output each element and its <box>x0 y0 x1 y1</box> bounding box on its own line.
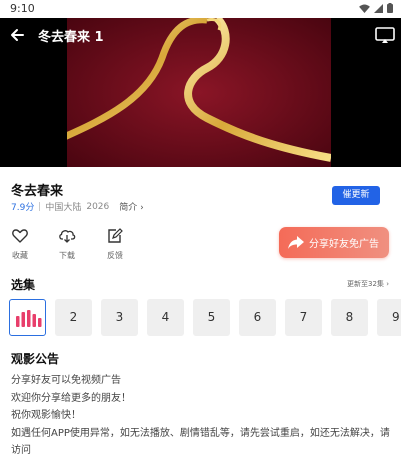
chevron-right-icon: › <box>140 203 144 213</box>
wifi-icon <box>359 3 370 13</box>
player-title: 冬去春来 1 <box>38 30 104 45</box>
urge-update-button[interactable]: 催更新 <box>332 186 380 205</box>
divider <box>39 202 41 211</box>
action-bar: 收藏 下载 反馈 分享好友免广告 <box>0 222 401 267</box>
status-icons <box>359 3 393 13</box>
show-region: 中国大陆 <box>45 203 82 213</box>
status-time: 9:10 <box>10 2 35 15</box>
feedback-button[interactable]: 反馈 <box>100 228 130 261</box>
back-arrow-icon[interactable] <box>8 26 26 44</box>
episode-item[interactable]: 7 <box>285 299 322 336</box>
playing-bars-icon <box>16 310 42 327</box>
episode-item[interactable]: 2 <box>55 299 92 336</box>
episode-item[interactable]: 3 <box>101 299 138 336</box>
video-frame[interactable] <box>67 18 331 167</box>
episodes-title: 选集 <box>11 278 36 292</box>
episode-item[interactable]: 6 <box>239 299 276 336</box>
episode-item[interactable]: 8 <box>331 299 368 336</box>
show-title: 冬去春来 <box>11 184 64 199</box>
notice-body: 分享好友可以免视频广告 欢迎你分享给更多的朋友！ 祝你观影愉快！ 如遇任何APP… <box>11 372 395 458</box>
download-button[interactable]: 下载 <box>52 228 82 261</box>
episode-item[interactable]: 5 <box>193 299 230 336</box>
notice-line: 如遇任何APP使用异常，如无法播放、剧情错乱等，请先尝试重启，如还无法解决，请访… <box>11 427 390 457</box>
episode-playing[interactable] <box>9 299 46 336</box>
episodes-header: 选集 更新至32集 › <box>0 270 401 296</box>
feedback-label: 反馈 <box>107 251 123 260</box>
cloud-download-icon <box>59 230 76 243</box>
favorite-button[interactable]: 收藏 <box>5 228 35 261</box>
share-banner-label: 分享好友免广告 <box>309 239 379 250</box>
episodes-more-label: 更新至32集 <box>347 280 384 288</box>
show-year: 2026 <box>86 201 110 212</box>
notice-line: 欢迎你分享给更多的朋友！ <box>11 392 131 404</box>
notice-line: 分享好友可以免视频广告 <box>11 375 121 386</box>
notice-title: 观影公告 <box>11 352 60 366</box>
show-score: 7.9分 <box>11 203 35 213</box>
show-meta: 7.9分 中国大陆 2026 简介 › <box>11 200 144 214</box>
intro-link[interactable]: 简介 › <box>119 200 144 213</box>
episode-list: 2 3 4 5 6 7 8 9 <box>0 298 401 340</box>
download-label: 下载 <box>59 251 75 260</box>
signal-icon <box>374 3 383 13</box>
episodes-more-link[interactable]: 更新至32集 › <box>347 279 389 289</box>
battery-icon <box>387 3 393 13</box>
chevron-right-icon: › <box>386 280 389 288</box>
favorite-label: 收藏 <box>12 251 28 260</box>
episode-item[interactable]: 4 <box>147 299 184 336</box>
share-arrow-icon <box>288 236 304 249</box>
cast-icon[interactable] <box>375 26 395 44</box>
video-player[interactable]: 冬去春来 1 <box>0 18 401 167</box>
episode-item[interactable]: 9 <box>377 299 401 336</box>
edit-icon <box>108 228 123 243</box>
heart-icon <box>12 229 28 243</box>
notice-line: 祝你观影愉快！ <box>11 410 81 421</box>
status-bar: 9:10 <box>0 0 401 18</box>
share-banner[interactable]: 分享好友免广告 <box>279 227 389 258</box>
show-info: 冬去春来 7.9分 中国大陆 2026 简介 › 催更新 <box>0 167 401 222</box>
intro-label: 简介 <box>119 203 138 213</box>
